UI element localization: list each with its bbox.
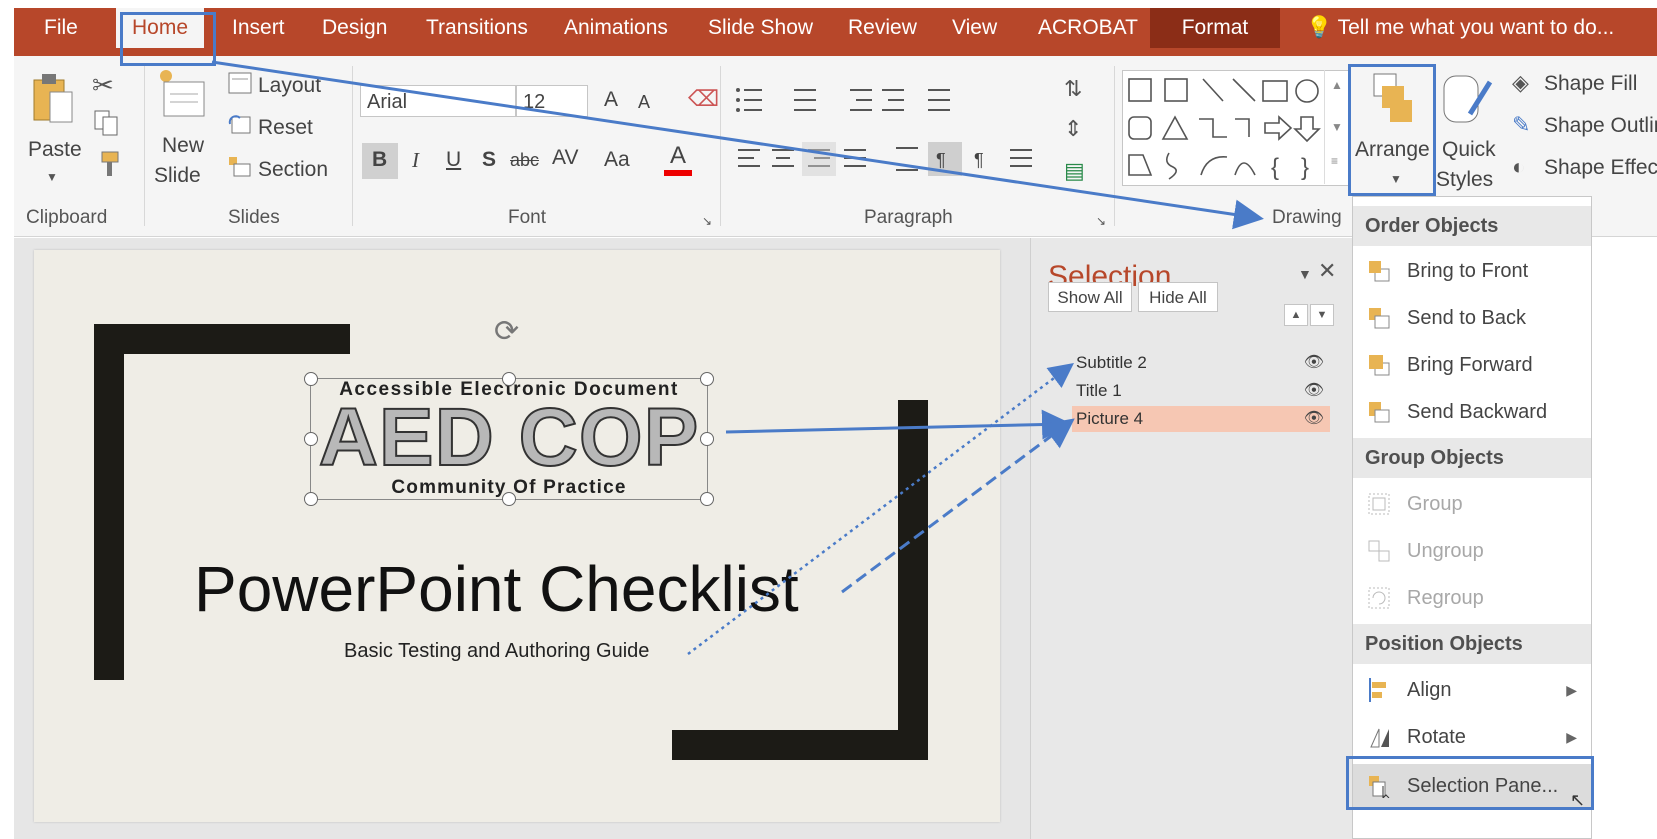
arrow-home-to-drawing	[211, 60, 1264, 230]
arrow-subtitle-to-pane	[687, 362, 1074, 655]
arrow-picture-to-pane	[725, 409, 1072, 440]
arrow-title-to-pane	[841, 418, 1075, 594]
annotation-arrows	[211, 60, 1264, 655]
